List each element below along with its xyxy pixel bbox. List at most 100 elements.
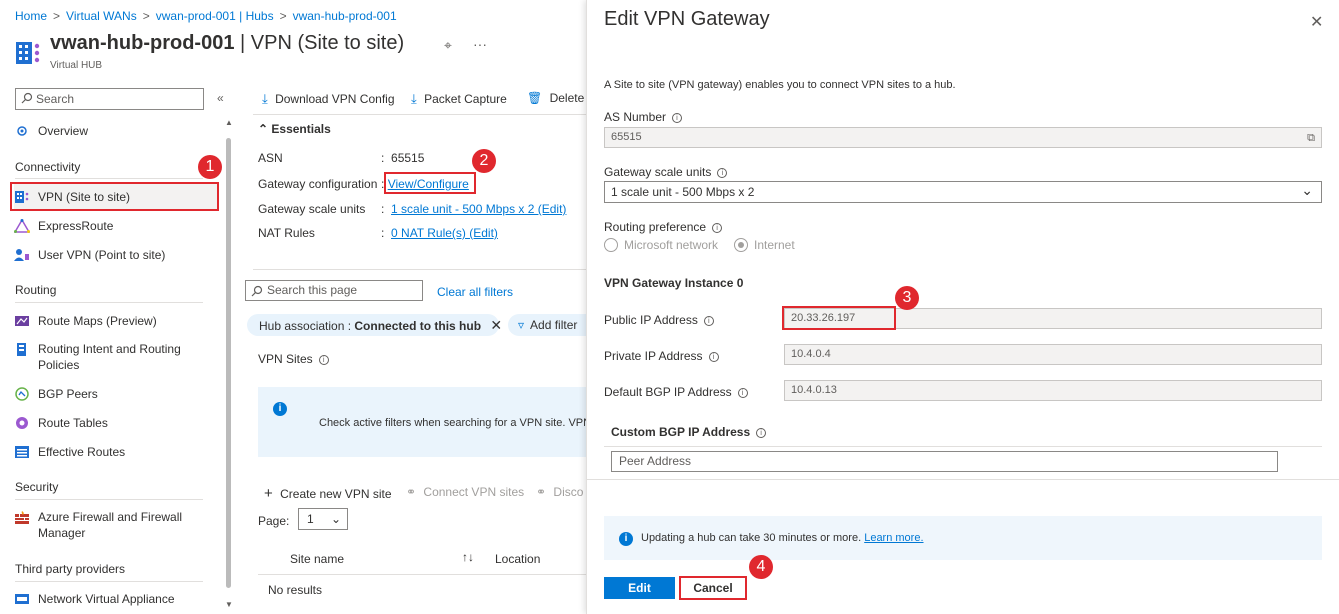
as-number-label: AS Number i: [604, 110, 683, 124]
network-appliance-icon: [15, 594, 29, 604]
breadcrumb-hubs[interactable]: vwan-prod-001 | Hubs: [156, 9, 274, 23]
sidebar-item-vpn[interactable]: VPN (Site to site): [10, 182, 219, 211]
peer-address-input[interactable]: Peer Address: [611, 451, 1278, 472]
page-label: Page:: [258, 514, 290, 528]
user-vpn-icon: [14, 249, 29, 261]
radio-internet[interactable]: Internet: [734, 238, 795, 252]
breadcrumb-virtual-wans[interactable]: Virtual WANs: [66, 9, 137, 23]
scale-units-value: : 1 scale unit - 500 Mbps x 2 (Edit): [381, 202, 567, 216]
breadcrumb-hub[interactable]: vwan-hub-prod-001: [293, 9, 397, 23]
packet-capture-button[interactable]: ⤓ Packet Capture: [411, 91, 507, 107]
info-icon: i: [318, 355, 329, 365]
routing-preference-label: Routing preference i: [604, 220, 723, 234]
breadcrumb-home[interactable]: Home: [15, 9, 47, 23]
sidebar-item-route-tables[interactable]: Route Tables: [14, 416, 219, 430]
gateway-scale-select[interactable]: 1 scale unit - 500 Mbps x 2 ⌄: [604, 181, 1322, 203]
sidebar-item-overview[interactable]: Overview: [14, 124, 219, 138]
divider: [253, 114, 586, 115]
callout-1: 1: [198, 155, 222, 179]
radio-microsoft-network[interactable]: Microsoft network: [604, 238, 718, 252]
divider: [258, 574, 586, 575]
sidebar-item-routing-intent[interactable]: Routing Intent and Routing Policies: [14, 342, 219, 372]
remove-filter-icon[interactable]: ✕: [490, 317, 502, 333]
sidebar-search-input[interactable]: Search: [15, 88, 204, 110]
breadcrumb: Home > Virtual WANs > vwan-prod-001 | Hubs > v…: [15, 9, 397, 23]
highlight-box-public-ip: [782, 306, 896, 330]
section-third-party: Third party providers: [15, 562, 126, 576]
info-icon: i: [672, 113, 683, 123]
learn-more-link[interactable]: Learn more.: [864, 532, 923, 544]
sidebar-item-nva[interactable]: Network Virtual Appliance: [14, 592, 219, 606]
firewall-icon: [15, 511, 29, 524]
clear-filters-link[interactable]: Clear all filters: [437, 285, 513, 299]
info-icon: i: [708, 352, 719, 362]
scroll-down-icon[interactable]: ▼: [225, 600, 233, 609]
effective-routes-icon: [15, 446, 29, 458]
filter-info-text: Check active filters when searching for …: [319, 417, 600, 429]
callout-3: 3: [895, 286, 919, 310]
download-icon: ⤓: [262, 91, 268, 106]
info-icon: i: [273, 402, 287, 416]
scrollbar-thumb[interactable]: [226, 138, 231, 588]
edit-button[interactable]: Edit: [604, 577, 675, 599]
panel-info-bar: i Updating a hub can take 30 minutes or …: [604, 516, 1322, 560]
copy-icon[interactable]: ⧉: [1307, 129, 1315, 148]
more-options-icon[interactable]: ···: [473, 36, 487, 52]
sidebar-item-bgp-peers[interactable]: BGP Peers: [14, 387, 219, 401]
delete-button[interactable]: 🗑 Delete g: [527, 91, 594, 105]
routing-intent-icon: [17, 343, 26, 356]
connect-vpn-sites-button[interactable]: ⚭ Connect VPN sites: [406, 485, 524, 499]
sidebar-item-expressroute[interactable]: ExpressRoute: [14, 219, 219, 233]
nat-rules-link[interactable]: 0 NAT Rule(s) (Edit): [391, 226, 498, 240]
essentials-toggle[interactable]: ⌃ Essentials: [258, 122, 331, 136]
expressroute-icon: [14, 219, 30, 233]
private-ip-label: Private IP Address i: [604, 349, 719, 363]
cancel-button[interactable]: Cancel: [679, 576, 747, 600]
column-site-name[interactable]: Site name: [290, 552, 344, 566]
nat-rules-label: NAT Rules: [258, 226, 315, 240]
callout-2: 2: [472, 149, 496, 173]
chevron-up-icon: ⌃: [258, 122, 269, 136]
private-ip-field[interactable]: 10.4.0.4: [784, 344, 1322, 365]
gateway-config-label: Gateway configuration: [258, 177, 378, 191]
hub-association-filter[interactable]: Hub association : Connected to this hub …: [247, 314, 502, 336]
scroll-up-icon[interactable]: ▲: [225, 118, 233, 127]
chevron-down-icon: ⌄: [330, 512, 341, 526]
packet-capture-icon: ⤓: [411, 91, 417, 106]
sidebar-item-route-maps[interactable]: Route Maps (Preview): [14, 314, 219, 328]
collapse-sidebar-icon[interactable]: «: [217, 91, 224, 105]
panel-title: Edit VPN Gateway: [604, 8, 770, 30]
info-icon: i: [619, 532, 633, 546]
pin-icon[interactable]: ⌖: [444, 37, 452, 54]
search-icon: [251, 285, 263, 297]
divider: [253, 269, 586, 270]
sidebar-item-firewall[interactable]: Azure Firewall and Firewall Manager: [14, 510, 219, 540]
as-number-field[interactable]: 65515 ⧉: [604, 127, 1322, 148]
default-bgp-label: Default BGP IP Address i: [604, 385, 748, 399]
search-icon: [21, 92, 33, 104]
create-vpn-site-button[interactable]: + Create new VPN site: [264, 485, 392, 502]
info-icon: i: [717, 168, 728, 178]
close-icon[interactable]: ✕: [1310, 12, 1323, 32]
sidebar-scrollbar[interactable]: ▲ ▼: [225, 118, 233, 612]
download-vpn-config-button[interactable]: ⤓ Download VPN Config: [262, 91, 395, 107]
sidebar-item-effective-routes[interactable]: Effective Routes: [14, 445, 219, 459]
vpn-sites-label: VPN Sites i: [258, 352, 329, 366]
scale-units-link[interactable]: 1 scale unit - 500 Mbps x 2 (Edit): [391, 202, 566, 216]
scale-units-label: Gateway scale units: [258, 202, 366, 216]
page-select[interactable]: 1 ⌄: [298, 508, 348, 530]
section-routing: Routing: [15, 283, 57, 297]
divider: [604, 446, 1322, 447]
radio-icon: [604, 238, 618, 252]
sidebar-item-user-vpn[interactable]: User VPN (Point to site): [14, 248, 219, 262]
page-subtitle: Virtual HUB: [50, 60, 103, 71]
disconnect-button[interactable]: ⚭ Disco: [536, 485, 583, 499]
default-bgp-field[interactable]: 10.4.0.13: [784, 380, 1322, 401]
asn-value: : 65515: [381, 151, 425, 165]
search-page-input[interactable]: Search this page: [245, 280, 423, 301]
route-maps-icon: [15, 316, 29, 326]
add-filter-button[interactable]: ▿ Add filter: [508, 314, 586, 336]
trash-icon: 🗑: [527, 91, 543, 105]
column-location[interactable]: Location: [495, 552, 540, 566]
sort-icon[interactable]: ↑↓: [462, 550, 474, 564]
